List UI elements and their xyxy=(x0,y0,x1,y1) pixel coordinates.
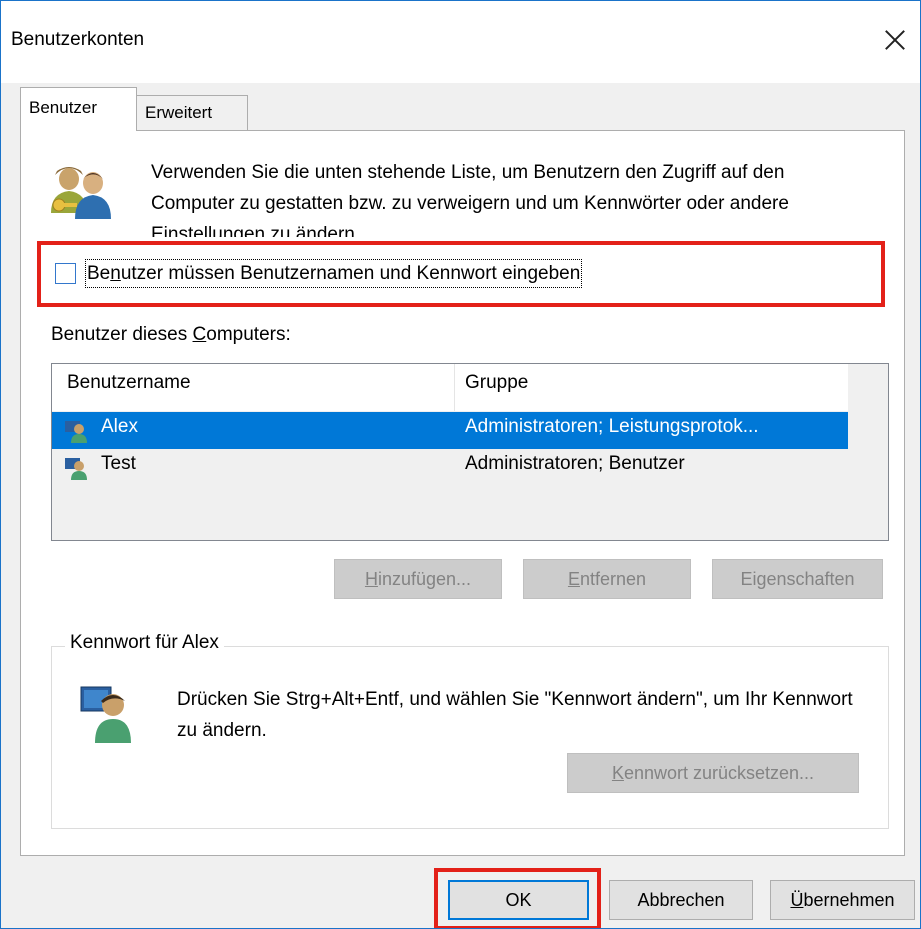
users-keys-icon xyxy=(51,167,111,219)
cell-group: Administratoren; Leistungsprotok... xyxy=(465,416,759,437)
user-accounts-dialog: Benutzerkonten Benutzer Erweitert Verwen… xyxy=(0,0,921,929)
ok-button[interactable]: OK xyxy=(448,880,589,920)
close-icon[interactable] xyxy=(860,15,920,65)
table-row[interactable]: Test Administratoren; Benutzer xyxy=(52,449,848,486)
window-title: Benutzerkonten xyxy=(11,29,145,50)
properties-button[interactable]: Ei g enschaften xyxy=(712,559,883,599)
user-password-icon xyxy=(80,686,131,743)
cell-username: Alex xyxy=(101,416,138,437)
tab-erweitert[interactable]: Erweitert xyxy=(136,95,248,130)
cell-group: Administratoren; Benutzer xyxy=(465,453,685,474)
apply-button[interactable]: Übernehmen xyxy=(770,880,915,920)
column-header-username[interactable]: Benutzername xyxy=(67,372,191,394)
list-header: Benutzername Gruppe xyxy=(52,364,848,411)
cell-username: Test xyxy=(101,453,136,474)
reset-password-button[interactable]: Kennwort zurücksetzen... xyxy=(567,753,859,793)
user-icon xyxy=(65,458,87,480)
password-info-text: Drücken Sie Strg+Alt+Entf, und wählen Si… xyxy=(177,689,853,741)
table-row[interactable]: Alex Administratoren; Leistungsprotok... xyxy=(52,412,848,449)
tab-benutzer-label: Benutzer xyxy=(29,98,98,117)
tab-erweitert-label: Erweitert xyxy=(145,103,213,122)
require-login-label[interactable]: Benutzer müssen Benutzernamen und Kennwo… xyxy=(85,259,583,288)
cancel-button[interactable]: Abbrechen xyxy=(609,880,753,920)
password-group-title: Kennwort für Alex xyxy=(65,632,224,654)
user-icon xyxy=(65,421,87,443)
title-bar: Benutzerkonten xyxy=(1,1,920,83)
add-user-button[interactable]: Hinzufügen... xyxy=(334,559,502,599)
user-list[interactable]: Benutzername Gruppe Alex Administratoren… xyxy=(51,363,889,541)
tab-benutzer[interactable]: Benutzer xyxy=(20,87,137,131)
require-login-checkbox[interactable] xyxy=(55,263,76,284)
intro-text: Verwenden Sie die unten stehende Liste, … xyxy=(151,162,789,237)
column-header-group[interactable]: Gruppe xyxy=(465,372,528,394)
remove-user-button[interactable]: Entfernen xyxy=(523,559,691,599)
column-separator[interactable] xyxy=(454,364,455,411)
users-list-label: Benutzer dieses Computers: xyxy=(51,324,291,345)
